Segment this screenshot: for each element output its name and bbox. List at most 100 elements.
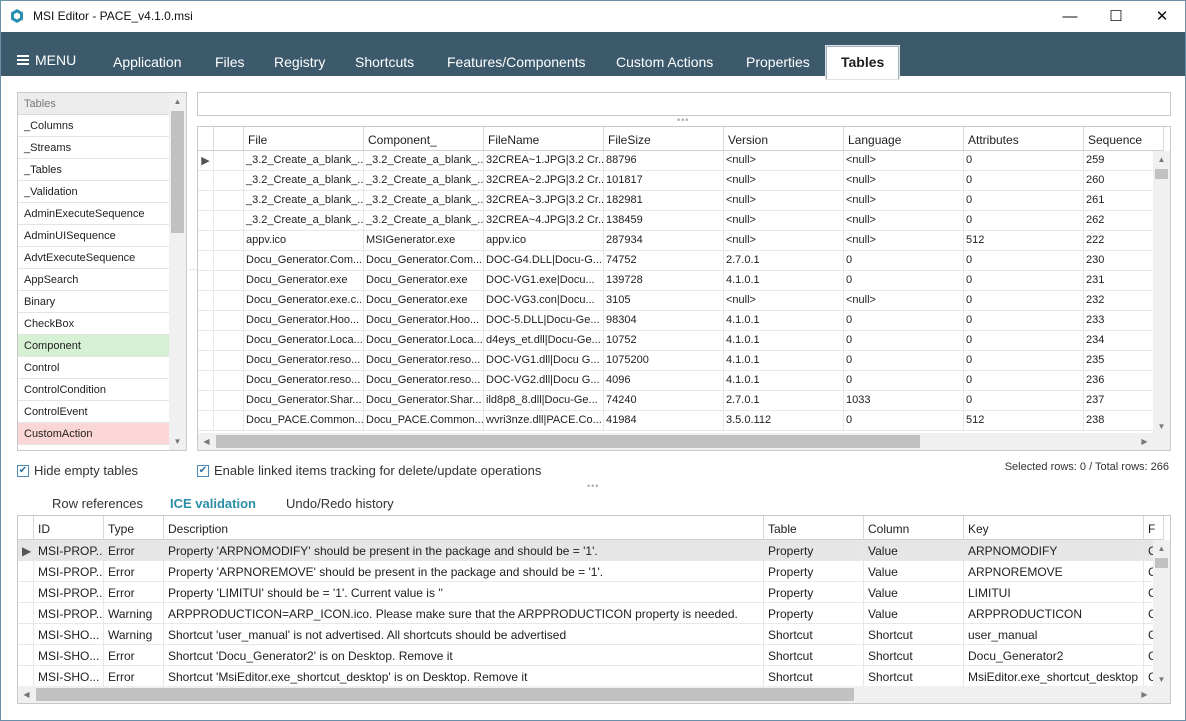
- table-cell[interactable]: appv.ico: [484, 231, 604, 251]
- tab-custom-actions[interactable]: Custom Actions: [616, 54, 713, 70]
- tab-row-references[interactable]: Row references: [52, 496, 143, 511]
- minimize-button[interactable]: —: [1047, 1, 1093, 31]
- table-cell[interactable]: _3.2_Create_a_blank_...: [364, 171, 484, 191]
- table-row[interactable]: Docu_Generator.reso... Docu_Generator.res…: [198, 371, 1164, 391]
- validation-cell[interactable]: Property 'ARPNOMODIFY' should be present…: [164, 540, 764, 561]
- current-row-arrow-icon[interactable]: ▶: [18, 540, 34, 561]
- table-cell[interactable]: <null>: [724, 211, 844, 231]
- table-cell[interactable]: Docu_Generator.exe.c...: [244, 291, 364, 311]
- column-header[interactable]: Component_: [364, 127, 484, 151]
- table-row[interactable]: Docu_Generator.exe.c... Docu_Generator.ex…: [198, 291, 1164, 311]
- table-cell[interactable]: 182981: [604, 191, 724, 211]
- row-selector[interactable]: [198, 211, 214, 231]
- validation-cell[interactable]: Property 'LIMITUI' should be = '1'. Curr…: [164, 582, 764, 603]
- column-header[interactable]: File: [244, 127, 364, 151]
- table-cell[interactable]: 4.1.0.1: [724, 351, 844, 371]
- validation-cell[interactable]: MSI-SHO...: [34, 624, 104, 645]
- table-cell[interactable]: _3.2_Create_a_blank_...: [244, 191, 364, 211]
- tab-shortcuts[interactable]: Shortcuts: [355, 54, 414, 70]
- row-selector[interactable]: [198, 291, 214, 311]
- table-cell[interactable]: 1033: [844, 391, 964, 411]
- table-cell[interactable]: 0: [964, 371, 1084, 391]
- table-cell[interactable]: 0: [844, 311, 964, 331]
- table-cell[interactable]: _3.2_Create_a_blank_...: [244, 211, 364, 231]
- table-cell[interactable]: 232: [1084, 291, 1164, 311]
- table-cell[interactable]: _3.2_Create_a_blank_...: [244, 171, 364, 191]
- scroll-down-icon[interactable]: ▼: [169, 433, 186, 450]
- table-cell[interactable]: 4.1.0.1: [724, 311, 844, 331]
- table-cell[interactable]: _3.2_Create_a_blank_...: [364, 211, 484, 231]
- table-cell[interactable]: DOC-VG3.con|Docu...: [484, 291, 604, 311]
- table-cell[interactable]: 237: [1084, 391, 1164, 411]
- validation-cell[interactable]: Error: [104, 666, 164, 687]
- table-cell[interactable]: DOC-VG1.exe|Docu...: [484, 271, 604, 291]
- row-checkbox-cell[interactable]: [214, 271, 244, 291]
- table-cell[interactable]: 32CREA~3.JPG|3.2 Cr...: [484, 191, 604, 211]
- table-cell[interactable]: 512: [964, 411, 1084, 431]
- column-header[interactable]: Type: [104, 516, 164, 540]
- validation-cell[interactable]: LIMITUI: [964, 582, 1144, 603]
- table-cell[interactable]: 4096: [604, 371, 724, 391]
- row-checkbox-cell[interactable]: [214, 211, 244, 231]
- row-selector[interactable]: [198, 351, 214, 371]
- row-selector[interactable]: [18, 603, 34, 624]
- row-selector[interactable]: [18, 645, 34, 666]
- table-cell[interactable]: 0: [964, 351, 1084, 371]
- row-selector[interactable]: [198, 331, 214, 351]
- tab-registry[interactable]: Registry: [274, 54, 325, 70]
- tab-tables[interactable]: Tables: [824, 45, 901, 80]
- scroll-left-icon[interactable]: ◀: [18, 686, 35, 703]
- scroll-right-icon[interactable]: ▶: [1136, 433, 1153, 450]
- row-checkbox-cell[interactable]: [214, 171, 244, 191]
- table-cell[interactable]: ild8p8_8.dll|Docu-Ge...: [484, 391, 604, 411]
- splitter-grip-icon[interactable]: •••: [587, 481, 599, 491]
- table-cell[interactable]: 88796: [604, 151, 724, 171]
- table-row[interactable]: appv.ico MSIGenerator.exe appv.ico 287934 <n…: [198, 231, 1164, 251]
- column-header[interactable]: Language: [844, 127, 964, 151]
- table-cell[interactable]: 512: [964, 231, 1084, 251]
- table-cell[interactable]: Docu_Generator.Shar...: [364, 391, 484, 411]
- table-cell[interactable]: Docu_Generator.reso...: [364, 371, 484, 391]
- table-cell[interactable]: Docu_Generator.exe: [364, 271, 484, 291]
- grid-vertical-scrollbar[interactable]: ▲ ▼: [1153, 151, 1170, 435]
- table-list-item[interactable]: _Streams: [18, 137, 170, 159]
- table-cell[interactable]: 0: [964, 171, 1084, 191]
- column-header[interactable]: Description: [164, 516, 764, 540]
- table-cell[interactable]: 101817: [604, 171, 724, 191]
- validation-cell[interactable]: Value: [864, 603, 964, 624]
- table-cell[interactable]: <null>: [844, 231, 964, 251]
- scrollbar-thumb[interactable]: [1155, 558, 1168, 568]
- table-cell[interactable]: 139728: [604, 271, 724, 291]
- table-cell[interactable]: 234: [1084, 331, 1164, 351]
- scrollbar-thumb[interactable]: [216, 435, 920, 448]
- table-cell[interactable]: 0: [844, 331, 964, 351]
- row-checkbox-cell[interactable]: [214, 351, 244, 371]
- table-list-item[interactable]: AppSearch: [18, 269, 170, 291]
- validation-cell[interactable]: Shortcut: [764, 624, 864, 645]
- table-cell[interactable]: 235: [1084, 351, 1164, 371]
- validation-cell[interactable]: ARPNOMODIFY: [964, 540, 1144, 561]
- table-row[interactable]: _3.2_Create_a_blank_... _3.2_Create_a_bla…: [198, 211, 1164, 231]
- table-cell[interactable]: Docu_PACE.Common...: [364, 411, 484, 431]
- validation-cell[interactable]: Warning: [104, 624, 164, 645]
- table-cell[interactable]: 222: [1084, 231, 1164, 251]
- table-list-item[interactable]: CustomAction: [18, 423, 170, 445]
- table-cell[interactable]: Docu_Generator.Hoo...: [364, 311, 484, 331]
- table-cell[interactable]: Docu_Generator.Com...: [364, 251, 484, 271]
- table-cell[interactable]: Docu_Generator.reso...: [364, 351, 484, 371]
- row-selector[interactable]: [18, 624, 34, 645]
- table-cell[interactable]: wvri3nze.dll|PACE.Co...: [484, 411, 604, 431]
- tab-properties[interactable]: Properties: [746, 54, 810, 70]
- table-cell[interactable]: Docu_PACE.Common...: [244, 411, 364, 431]
- validation-cell[interactable]: ARPPRODUCTICON=ARP_ICON.ico. Please make…: [164, 603, 764, 624]
- table-cell[interactable]: 98304: [604, 311, 724, 331]
- table-cell[interactable]: Docu_Generator.Loca...: [364, 331, 484, 351]
- table-cell[interactable]: 0: [964, 251, 1084, 271]
- row-checkbox-cell[interactable]: [214, 191, 244, 211]
- row-selector[interactable]: [198, 371, 214, 391]
- table-cell[interactable]: Docu_Generator.exe: [244, 271, 364, 291]
- table-filter-input[interactable]: [197, 92, 1171, 116]
- table-cell[interactable]: 3105: [604, 291, 724, 311]
- table-row[interactable]: Docu_Generator.Loca... Docu_Generator.Loc…: [198, 331, 1164, 351]
- table-cell[interactable]: 0: [964, 291, 1084, 311]
